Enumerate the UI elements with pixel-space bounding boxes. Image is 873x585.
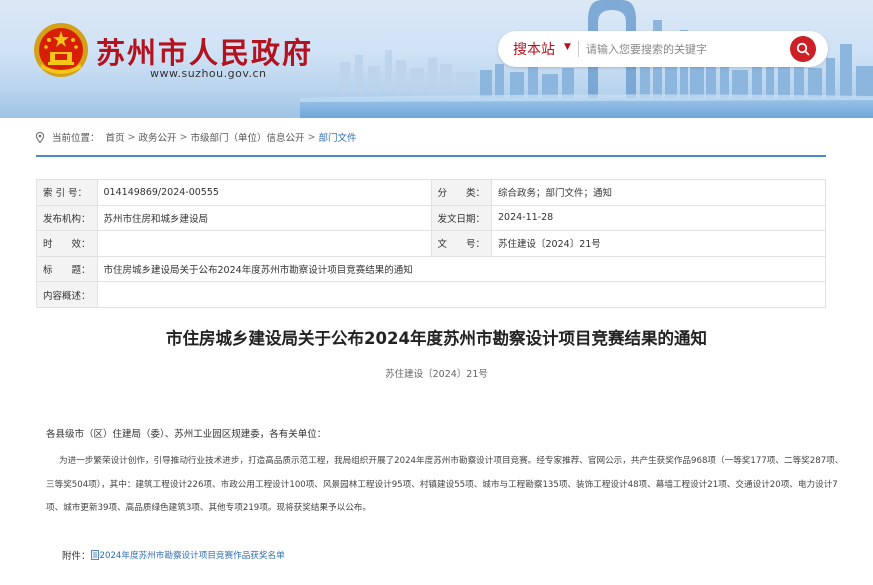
article-doc-number: 苏住建设〔2024〕21号 (385, 369, 488, 380)
date-label: 发文日期： (430, 204, 493, 232)
effect-label: 时 效： (36, 230, 98, 257)
search-icon (796, 42, 810, 56)
effect-value (96, 230, 432, 257)
body-paragraph-line: 三等奖504项），其中：建筑工程设计226项、市政公用工程设计100项、风景园林… (46, 479, 838, 490)
index-label: 索 引 号： (36, 179, 98, 206)
summary-label: 内容概述： (36, 281, 98, 308)
attachment: 附件： 2024年度苏州市勘察设计项目竞赛作品获奖名单 (62, 548, 285, 562)
breadcrumb-item-department-files[interactable]: 部门文件 (318, 130, 356, 144)
title-value: 市住房城乡建设局关于公布2024年度苏州市勘察设计项目竞赛结果的通知 (96, 255, 827, 283)
breadcrumb-item-home[interactable]: 首页 (106, 130, 125, 144)
summary-value (96, 281, 827, 308)
breadcrumb-separator: > (179, 131, 188, 143)
search-scope-select[interactable]: 搜本站 (513, 39, 555, 59)
attachment-link[interactable]: 2024年度苏州市勘察设计项目竞赛作品获奖名单 (100, 549, 285, 561)
location-pin-icon (36, 131, 44, 143)
breadcrumb-separator: > (307, 131, 316, 143)
table-row: 索 引 号： 014149869/2024-00555 分 类： 综合政务；部门… (36, 179, 826, 206)
docno-value: 苏住建设〔2024〕21号 (491, 230, 826, 257)
site-title[interactable]: 苏州市人民政府 (96, 30, 313, 72)
article-greeting: 各县级市（区）住建局（委）、苏州工业园区规建委，各有关单位： (46, 429, 327, 440)
breadcrumb-divider (36, 155, 826, 157)
site-header: 苏州市人民政府 www.suzhou.gov.cn 搜本站 ▼ (0, 0, 873, 118)
body-paragraph-line: 项、城市更新39项、高品质绿色建筑3项、其他专项219项。现将获奖结果予以公布。 (46, 503, 371, 513)
breadcrumb-item-public-affairs[interactable]: 政务公开 (139, 130, 177, 144)
body-paragraph-line: 为进一步繁荣设计创作，引导推动行业技术进步，打造高品质示范工程，我局组织开展了2… (59, 456, 844, 466)
table-row: 时 效： 文 号： 苏住建设〔2024〕21号 (36, 230, 826, 257)
national-emblem-icon (34, 23, 88, 77)
document-icon (90, 550, 99, 560)
category-label: 分 类： (430, 179, 493, 206)
publisher-label: 发布机构： (36, 204, 98, 232)
breadcrumb-item-department-info[interactable]: 市级部门（单位）信息公开 (190, 130, 304, 144)
table-row: 发布机构： 苏州市住房和城乡建设局 发文日期： 2024-11-28 (36, 204, 826, 232)
category-value: 综合政务；部门文件；通知 (491, 179, 826, 206)
table-row: 标 题： 市住房城乡建设局关于公布2024年度苏州市勘察设计项目竞赛结果的通知 (36, 255, 827, 283)
search-bar: 搜本站 ▼ (498, 31, 828, 67)
article-title: 市住房城乡建设局关于公布2024年度苏州市勘察设计项目竞赛结果的通知 (166, 329, 707, 348)
attachment-label: 附件： (62, 551, 91, 562)
docno-label: 文 号： (430, 230, 493, 257)
breadcrumb-separator: > (127, 131, 136, 143)
breadcrumb-prefix: 当前位置： (52, 133, 100, 144)
publisher-value: 苏州市住房和城乡建设局 (96, 204, 432, 232)
search-input[interactable] (586, 37, 782, 61)
search-button[interactable] (790, 36, 816, 62)
table-row: 内容概述： (36, 281, 827, 308)
document-info-table: 索 引 号： 014149869/2024-00555 分 类： 综合政务；部门… (36, 179, 827, 308)
breadcrumb: 当前位置： 首页 > 政务公开 > 市级部门（单位）信息公开 > 部门文件 (36, 130, 356, 144)
title-label: 标 题： (36, 255, 98, 283)
index-value: 014149869/2024-00555 (96, 179, 432, 206)
article-body: 为进一步繁荣设计创作，引导推动行业技术进步，打造高品质示范工程，我局组织开展了2… (46, 450, 844, 521)
dropdown-caret-icon[interactable]: ▼ (564, 42, 571, 52)
site-url: www.suzhou.gov.cn (150, 67, 267, 80)
date-value: 2024-11-28 (491, 204, 826, 232)
search-divider (578, 41, 579, 57)
